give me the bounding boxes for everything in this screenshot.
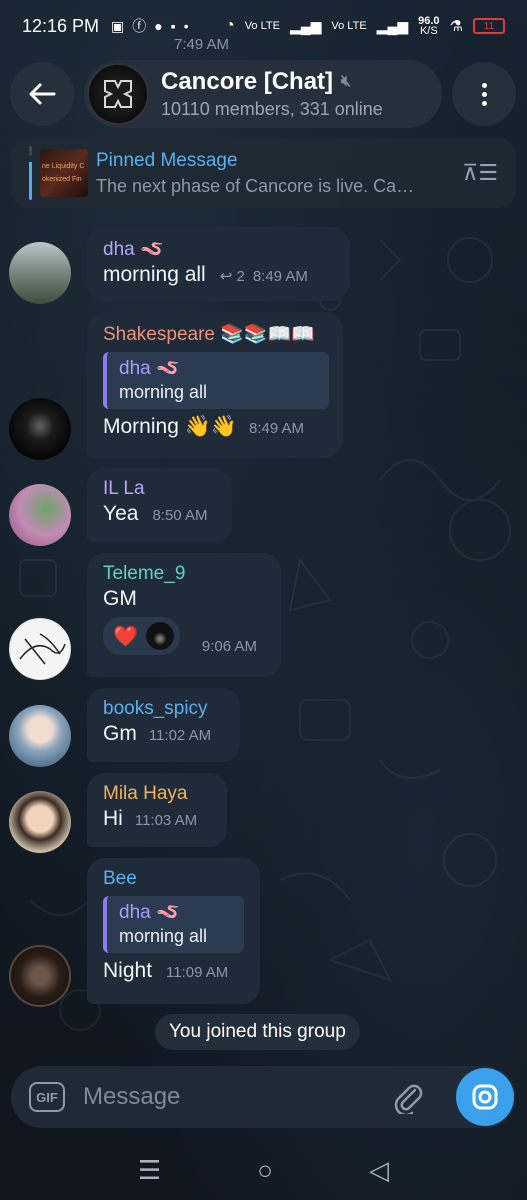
group-avatar[interactable] [87,63,149,125]
gif-icon[interactable]: GIF [29,1082,65,1112]
message-text: Night [103,959,153,982]
message-text: Yea [103,502,139,525]
message-text: Hi [103,807,123,830]
avatar[interactable] [9,618,71,680]
sender-name[interactable]: dha 🪱 [103,237,334,261]
message-bubble[interactable]: Mila Haya Hi 11:03 AM [87,773,227,847]
sender-name[interactable]: Mila Haya [103,783,211,805]
message-text: morning all [103,263,206,286]
message-bubble[interactable]: Shakespeare 📚📚📖📖 dha 🪱 morning all Morni… [87,312,343,458]
chat-title-bar[interactable]: Cancore [Chat] 🔇︎ 10110 members, 331 onl… [84,60,442,128]
status-bar: 12:16 PM ▣ ⓕ ● ▪ • ◔ Vo LTE ▂▄▆ Vo LTE ▂… [0,0,527,52]
more-dot [481,91,487,97]
message-time: 8:49 AM [249,420,305,437]
paperclip-icon[interactable] [393,1080,423,1114]
avatar[interactable] [9,945,71,1007]
signal-icon: ▂▄▆ [289,17,322,34]
network-label-2: Vo LTE [331,20,367,32]
speed-readout: 96.0 K/S [418,16,439,37]
message-bubble[interactable]: Bee dha 🪱 morning all Night 11:09 AM [87,858,260,1004]
status-time: 12:16 PM [22,15,100,36]
avatar[interactable] [9,705,71,767]
sketch-avatar-icon [19,633,66,665]
pinned-indicator [29,146,32,200]
quoted-text: morning all [119,926,208,946]
back-button[interactable] [10,62,74,126]
message-time: 11:09 AM [166,964,229,981]
network-label-1: Vo LTE [244,20,280,32]
message-text: Gm [103,722,137,745]
home-icon[interactable]: ○ [257,1155,273,1186]
battery-icon: 11 [473,18,505,34]
pinned-text: The next phase of Cancore is live. Ca… [96,175,415,196]
reaction-chip[interactable]: ❤️ [103,617,180,655]
message-input[interactable] [83,1083,383,1111]
avatar[interactable] [9,398,71,460]
avatar[interactable] [9,791,71,853]
message-icon: ● [154,18,163,34]
camera-button[interactable] [456,1068,514,1126]
bag-icon: ▪ [170,18,176,34]
message-text: Morning 👋👋 [103,415,237,438]
message-bubble[interactable]: IL La Yea 8:50 AM [87,468,232,542]
quoted-reply[interactable]: dha 🪱 morning all [103,896,244,953]
chat-icon: ▣ [111,17,125,34]
cancore-logo-icon [104,80,132,108]
pinned-thumbnail: ne Liquidity C okenized Fin [40,149,88,197]
recent-apps-icon[interactable]: ☰ [138,1155,161,1186]
message-text: GM [103,587,137,610]
quoted-text: morning all [119,382,208,402]
message-bubble[interactable]: Teleme_9 GM ❤️ 9:06 AM [87,553,281,677]
reply-count-value: 2 [236,268,245,285]
message-time: 8:49 AM [252,268,308,285]
sender-name[interactable]: Teleme_9 [103,563,265,585]
pinned-list-icon[interactable]: ⊼☰ [462,160,498,186]
wifi-icon: ◔ [225,17,235,34]
thumb-text-1: ne Liquidity C [42,163,85,170]
quoted-reply[interactable]: dha 🪱 morning all [103,352,329,409]
system-message: You joined this group [155,1014,360,1050]
back-arrow-icon [29,83,56,105]
member-count: 10110 members, 331 online [161,99,383,119]
dot-icon: • [183,18,189,34]
sender-name[interactable]: books_spicy [103,698,224,720]
camera-icon [472,1084,498,1110]
more-dot [481,82,487,88]
message-time: 8:50 AM [152,507,208,524]
message-composer: GIF [11,1066,516,1128]
pinned-message-bar[interactable]: ne Liquidity C okenized Fin Pinned Messa… [11,138,516,208]
pinned-title: Pinned Message [96,149,238,171]
signal-icon: ▂▄▆ [376,17,409,34]
heart-reaction-icon: ❤️ [113,625,138,648]
more-dot [481,100,487,106]
system-navigation-bar: ☰ ○ ◁ [0,1140,527,1200]
sender-name[interactable]: Bee [103,868,244,890]
sender-name[interactable]: IL La [103,478,216,500]
previous-message-time: 7:49 AM [174,36,230,53]
message-time: 11:02 AM [148,727,212,744]
message-time: 9:06 AM [201,638,257,655]
quoted-sender: dha 🪱 [119,358,180,379]
more-options-button[interactable] [452,62,516,126]
thumb-text-2: okenized Fin [42,176,82,183]
avatar[interactable] [9,242,71,304]
system-icons: ◔ Vo LTE ▂▄▆ Vo LTE ▂▄▆ 96.0 K/S ⚗ 11 [225,16,505,37]
speed-unit: K/S [419,25,438,37]
facebook-icon: ⓕ [132,18,147,34]
chat-title: Cancore [Chat] 🔇︎ [161,68,383,96]
message-time: 11:03 AM [134,812,198,829]
message-bubble[interactable]: books_spicy Gm 11:02 AM [87,688,240,762]
muted-icon: 🔇︎ [341,73,352,90]
reply-icon: ↩ [219,268,233,285]
message-bubble[interactable]: dha 🪱 morning all ↩ 2 8:49 AM [87,227,350,301]
flask-icon: ⚗ [449,18,463,35]
sender-name[interactable]: Shakespeare 📚📚📖📖 [103,322,327,346]
reactor-avatar [145,622,174,650]
quoted-sender: dha 🪱 [119,902,180,923]
back-nav-icon[interactable]: ◁ [369,1155,389,1186]
reply-count[interactable]: ↩ 2 [220,267,245,285]
notification-icons: ▣ ⓕ ● ▪ • [111,16,189,36]
avatar[interactable] [9,484,71,546]
group-name: Cancore [Chat] [161,68,334,95]
